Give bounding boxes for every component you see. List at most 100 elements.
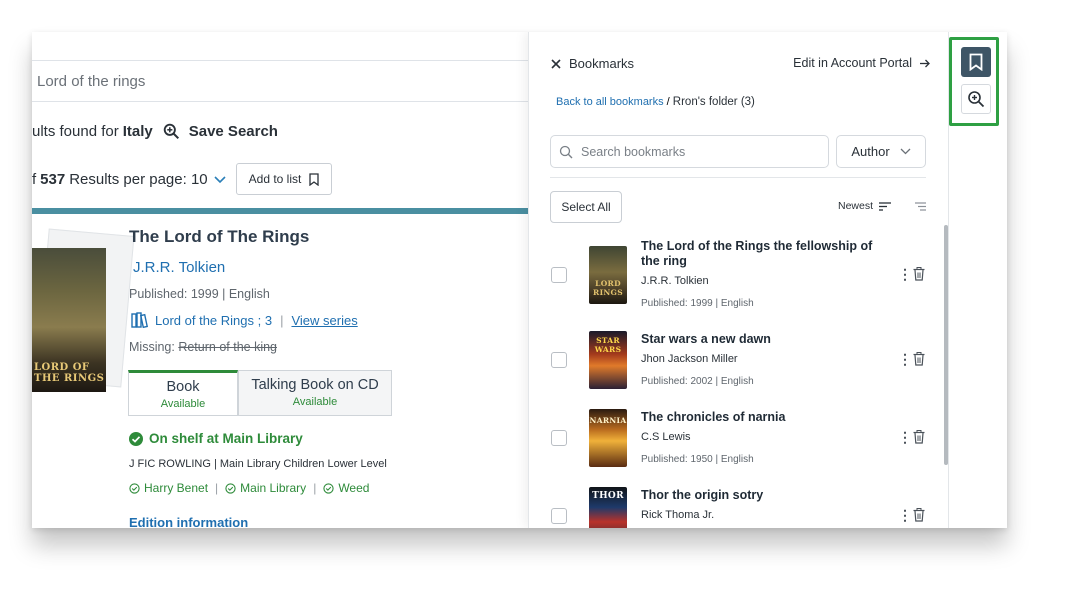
- edition-information-link[interactable]: Edition information: [129, 515, 248, 528]
- more-vertical-icon[interactable]: ⋮: [898, 508, 912, 522]
- missing-row: Missing: Return of the king: [129, 340, 277, 354]
- chevron-down-icon[interactable]: [214, 175, 226, 184]
- panel-title: Bookmarks: [569, 56, 635, 71]
- add-to-list-label: Add to list: [248, 172, 302, 186]
- close-icon: [551, 58, 561, 69]
- availability-status: On shelf at Main Library: [129, 431, 303, 446]
- bookmark-title[interactable]: The chronicles of narnia: [641, 410, 881, 425]
- bookmark-published: Published: 1950 | English: [641, 454, 754, 465]
- results-summary: ults found for Italy Save Search: [32, 123, 278, 140]
- record-author[interactable]: J.R.R. Tolkien: [133, 259, 225, 276]
- location-link[interactable]: Weed: [338, 481, 369, 495]
- select-all-button[interactable]: Select All: [550, 191, 622, 223]
- per-page-select[interactable]: Results per page: 10: [69, 171, 207, 188]
- format-name: Talking Book on CD: [251, 377, 379, 393]
- sort-controls: Newest: [838, 200, 926, 212]
- result-divider-bar: [32, 208, 528, 214]
- bookmark-author: Rick Thoma Jr.: [641, 509, 715, 521]
- format-status: Available: [292, 396, 338, 408]
- more-vertical-icon[interactable]: ⋮: [898, 267, 912, 281]
- format-tab-talking-book[interactable]: Talking Book on CD Available: [238, 370, 392, 416]
- bookmark-checkbox[interactable]: [551, 430, 567, 446]
- close-bookmarks-button[interactable]: Bookmarks: [551, 56, 634, 71]
- record-published: Published: 1999 | English: [129, 287, 270, 301]
- record-cover[interactable]: LORD OF THE RINGS: [32, 226, 136, 396]
- bookmark-title[interactable]: The Lord of the Rings the fellowship of …: [641, 239, 881, 269]
- bookmark-cover: THOR: [589, 487, 627, 528]
- pagination-row: f 537 Results per page: 10: [32, 171, 226, 188]
- series-icon: [131, 312, 149, 328]
- count-prefix: f: [32, 171, 37, 188]
- cover-text: STAR WARS: [594, 336, 622, 354]
- trash-icon[interactable]: [913, 352, 925, 366]
- format-tab-book[interactable]: Book Available: [128, 370, 238, 416]
- search-bar[interactable]: Lord of the rings: [32, 60, 528, 102]
- edit-account-portal-link[interactable]: Edit in Account Portal: [793, 56, 930, 70]
- bookmark-checkbox[interactable]: [551, 352, 567, 368]
- more-vertical-icon[interactable]: ⋮: [898, 430, 912, 444]
- locations-row: Harry Benet | Main Library | Weed: [129, 481, 369, 495]
- bookmark-title[interactable]: Thor the origin sotry: [641, 488, 881, 503]
- tool-rail: [948, 32, 1007, 528]
- bookmark-icon: [309, 172, 319, 186]
- results-count: 537: [40, 171, 66, 188]
- current-folder: Rron's folder (3): [672, 96, 755, 108]
- cover-image[interactable]: LORD OF THE RINGS: [32, 248, 106, 392]
- sort-icon[interactable]: [879, 201, 891, 211]
- trash-icon[interactable]: [913, 508, 925, 522]
- edit-link-label: Edit in Account Portal: [793, 56, 912, 70]
- bookmark-cover: LORD RINGS: [589, 246, 627, 304]
- call-number: J FIC ROWLING | Main Library Children Lo…: [129, 458, 387, 470]
- format-name: Book: [166, 379, 200, 395]
- bookmark-title[interactable]: Star wars a new dawn: [641, 332, 881, 347]
- location-link[interactable]: Main Library: [240, 481, 306, 495]
- back-to-bookmarks-link[interactable]: Back to all bookmarks: [556, 96, 664, 108]
- trash-icon[interactable]: [913, 430, 925, 444]
- breadcrumb: Back to all bookmarks / Rron's folder (3…: [556, 96, 755, 108]
- check-circle-icon: [225, 482, 236, 494]
- more-vertical-icon[interactable]: ⋮: [898, 352, 912, 366]
- bookmarks-panel: Bookmarks Edit in Account Portal Back to…: [528, 32, 948, 528]
- list-view-icon[interactable]: [915, 201, 926, 211]
- bookmark-search-input[interactable]: [581, 144, 811, 159]
- record-title[interactable]: The Lord of The Rings: [129, 227, 309, 247]
- bookmark-icon: [969, 53, 983, 71]
- search-zoom-icon: [163, 123, 179, 140]
- add-to-list-button[interactable]: Add to list: [236, 163, 332, 195]
- cover-text: NARNIA: [589, 416, 627, 425]
- bookmarks-rail-button[interactable]: [961, 47, 991, 77]
- zoom-rail-button[interactable]: [961, 84, 991, 114]
- save-search-button[interactable]: Save Search: [163, 123, 278, 140]
- bookmark-cover: STAR WARS: [589, 331, 627, 389]
- location-link[interactable]: Harry Benet: [144, 481, 208, 495]
- series-link[interactable]: Lord of the Rings ; 3: [155, 313, 272, 328]
- check-circle-icon: [129, 482, 140, 494]
- trash-icon[interactable]: [913, 267, 925, 281]
- search-icon: [559, 145, 573, 158]
- bookmark-search-box[interactable]: [550, 135, 829, 168]
- arrow-right-icon: [920, 59, 930, 67]
- missing-label: Missing:: [129, 340, 175, 354]
- cover-text: LORD OF THE RINGS: [34, 362, 105, 384]
- results-found-text: ults found for: [32, 123, 119, 140]
- missing-title: Return of the king: [178, 340, 277, 354]
- sort-newest-button[interactable]: Newest: [838, 200, 873, 212]
- view-series-link[interactable]: View series: [291, 313, 357, 328]
- bookmark-author: J.R.R. Tolkien: [641, 275, 709, 287]
- bookmark-checkbox[interactable]: [551, 508, 567, 524]
- search-input-value[interactable]: Lord of the rings: [37, 73, 145, 90]
- results-query: Italy: [122, 123, 153, 140]
- chevron-down-icon: [900, 148, 911, 155]
- bookmark-cover: NARNIA: [589, 409, 627, 467]
- cover-text: THOR: [592, 491, 624, 501]
- author-filter-label: Author: [851, 144, 890, 159]
- bookmark-checkbox[interactable]: [551, 267, 567, 283]
- results-pane: Lord of the rings ults found for Italy S…: [32, 32, 528, 528]
- shelf-text: On shelf at Main Library: [149, 431, 303, 446]
- record-series-row: Lord of the Rings ; 3 | View series: [131, 312, 358, 328]
- check-circle-icon: [323, 482, 334, 494]
- bookmark-author: Jhon Jackson Miller: [641, 353, 738, 365]
- author-filter-dropdown[interactable]: Author: [836, 135, 926, 168]
- breadcrumb-separator: /: [666, 96, 670, 108]
- zoom-in-icon: [968, 91, 985, 108]
